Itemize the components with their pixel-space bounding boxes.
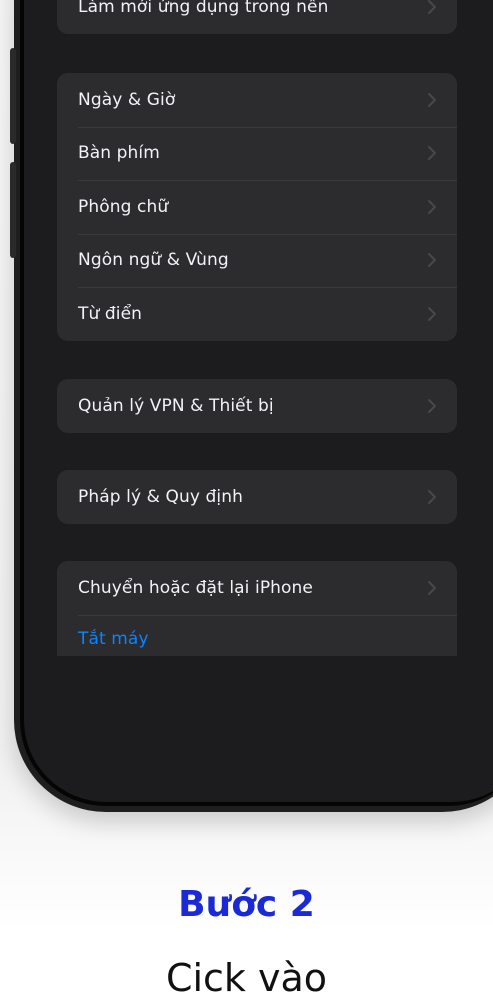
row-label: Chuyển hoặc đặt lại iPhone xyxy=(78,577,313,598)
chevron-right-icon xyxy=(428,306,436,321)
settings-row-fonts[interactable]: Phông chữ xyxy=(57,180,457,234)
settings-row-legal-regulatory[interactable]: Pháp lý & Quy định xyxy=(57,470,457,524)
settings-row-shut-down[interactable]: Tắt máy xyxy=(57,614,457,656)
row-label: Làm mới ứng dụng trong nền xyxy=(78,0,329,17)
phone-side-button xyxy=(10,162,16,258)
shut-down-link: Tắt máy xyxy=(78,628,149,649)
row-label: Ngôn ngữ & Vùng xyxy=(78,250,229,271)
settings-row-date-time[interactable]: Ngày & Giờ xyxy=(57,73,457,127)
settings-row-vpn-device-management[interactable]: Quản lý VPN & Thiết bị xyxy=(57,379,457,433)
settings-group-general: Ngày & Giờ Bàn phím Phông chữ Ngôn ngữ &… xyxy=(57,73,457,341)
settings-group-background-refresh: Làm mới ứng dụng trong nền xyxy=(57,0,457,34)
row-label: Từ điển xyxy=(78,303,143,324)
settings-row-background-app-refresh[interactable]: Làm mới ứng dụng trong nền xyxy=(57,0,457,34)
chevron-right-icon xyxy=(428,489,436,504)
step-title: Bước 2 xyxy=(178,884,315,925)
chevron-right-icon xyxy=(428,92,436,107)
chevron-right-icon xyxy=(428,580,436,595)
settings-group-vpn: Quản lý VPN & Thiết bị xyxy=(57,379,457,433)
chevron-right-icon xyxy=(428,398,436,413)
row-label: Phông chữ xyxy=(78,196,169,217)
stage: Làm mới ứng dụng trong nền Ngày & Giờ Bà… xyxy=(0,0,493,1005)
row-label: Ngày & Giờ xyxy=(78,89,176,110)
phone-side-button xyxy=(10,48,16,144)
settings-row-dictionary[interactable]: Từ điển xyxy=(57,287,457,341)
settings-row-keyboard[interactable]: Bàn phím xyxy=(57,126,457,181)
chevron-right-icon xyxy=(428,0,436,14)
row-label: Pháp lý & Quy định xyxy=(78,486,243,507)
row-label: Bàn phím xyxy=(78,143,160,164)
settings-group-legal: Pháp lý & Quy định xyxy=(57,470,457,524)
step-instruction: Cick vào xyxy=(165,956,328,1000)
chevron-right-icon xyxy=(428,253,436,268)
settings-group-reset: Chuyển hoặc đặt lại iPhone Tắt máy xyxy=(57,561,457,656)
settings-row-transfer-reset-iphone[interactable]: Chuyển hoặc đặt lại iPhone xyxy=(57,561,457,615)
settings-row-language-region[interactable]: Ngôn ngữ & Vùng xyxy=(57,233,457,288)
chevron-right-icon xyxy=(428,146,436,161)
chevron-right-icon xyxy=(428,199,436,214)
row-label: Quản lý VPN & Thiết bị xyxy=(78,395,274,416)
